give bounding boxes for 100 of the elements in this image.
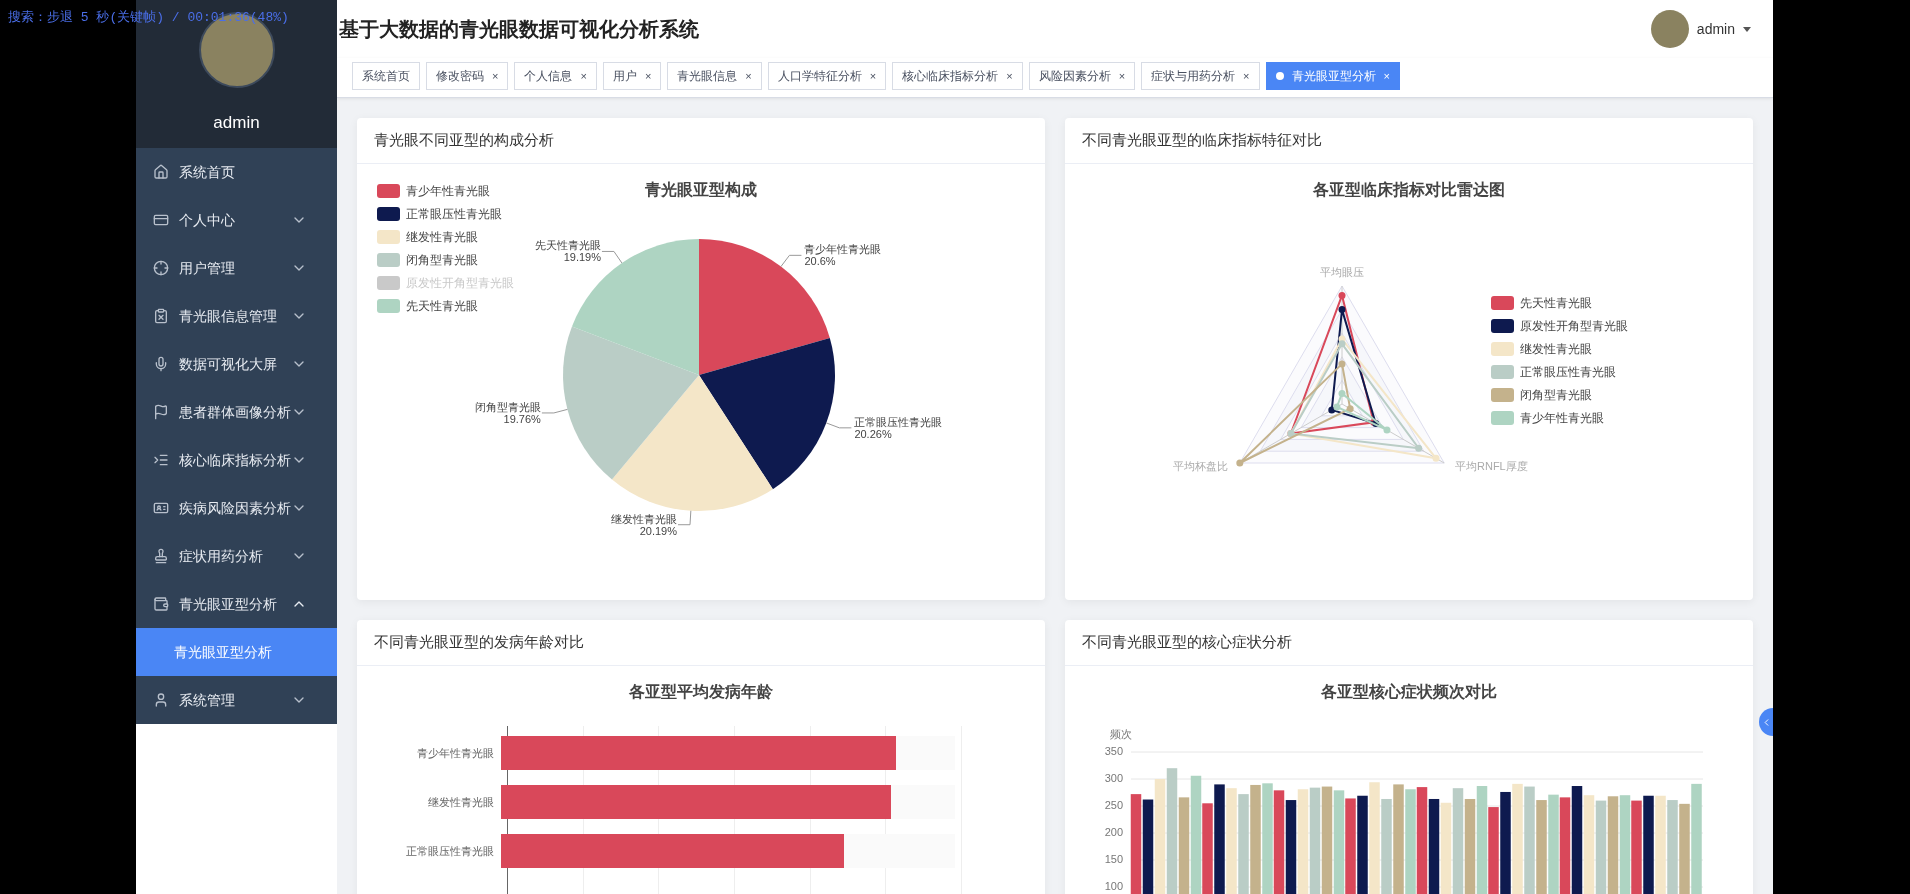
leader-line <box>601 250 623 264</box>
legend-item[interactable]: 正常眼压性青光眼 <box>1491 363 1628 381</box>
tab[interactable]: 症状与用药分析 × <box>1141 62 1260 90</box>
bar-label: 继发性青光眼 <box>427 794 495 810</box>
tick-label: 350 <box>1103 746 1123 757</box>
bar-label: 正常眼压性青光眼 <box>405 843 495 859</box>
tab[interactable]: 个人信息 × <box>514 62 597 90</box>
leader-line <box>780 254 802 267</box>
slice-value: 19.76% <box>503 412 541 425</box>
slice-label: 继发性青光眼 <box>611 512 677 525</box>
legend-item[interactable]: 继发性青光眼 <box>1491 340 1628 358</box>
card-title: 不同青光眼亚型的核心症状分析 <box>1082 632 1292 653</box>
card-title: 不同青光眼亚型的临床指标特征对比 <box>1082 130 1322 151</box>
legend-item[interactable]: 闭角型青光眼 <box>377 251 514 269</box>
tab[interactable]: 人口学特征分析 × <box>767 62 887 90</box>
sidebar-item[interactable]: 症状用药分析 <box>136 532 337 580</box>
sidebar-item[interactable]: 数据可视化大屏 <box>136 340 337 388</box>
tick-label: 250 <box>1103 800 1123 811</box>
user-icon <box>153 692 169 708</box>
tab-close[interactable]: × <box>1243 67 1250 85</box>
sidebar-item[interactable]: 青光眼亚型分析 <box>136 580 337 628</box>
axis-title: 频次 <box>1110 727 1132 742</box>
collapse-toggle[interactable] <box>1759 708 1773 736</box>
tab-close[interactable]: × <box>580 67 587 85</box>
app-title: 基于大数据的青光眼数据可视化分析系统 <box>338 17 700 42</box>
tab[interactable]: 修改密码 × <box>426 62 509 90</box>
tab[interactable]: 青光眼信息 × <box>667 62 762 90</box>
axis-label: 平均杯盘比 <box>1173 459 1228 474</box>
caret-down-icon <box>1743 26 1751 32</box>
tab-close[interactable]: × <box>1118 67 1126 85</box>
legend-swatch <box>377 253 400 267</box>
tab[interactable]: 风险因素分析 × <box>1028 62 1136 90</box>
card-title: 青光眼不同亚型的构成分析 <box>374 130 554 151</box>
id-card-icon <box>153 500 169 516</box>
bar-label: 青少年性青光眼 <box>416 745 495 761</box>
legend-item[interactable]: 青少年性青光眼 <box>377 182 514 200</box>
card-title: 不同青光眼亚型的发病年龄对比 <box>374 632 584 653</box>
tab[interactable]: 核心临床指标分析 × <box>892 62 1023 90</box>
sidebar-username: admin <box>213 112 260 134</box>
clipboard-icon <box>153 308 169 324</box>
chart-title: 各亚型核心症状频次对比 <box>1321 682 1497 702</box>
legend-swatch <box>377 207 400 221</box>
sidebar-item[interactable]: 个人中心 <box>136 196 337 244</box>
stamp-icon <box>153 548 169 564</box>
legend-item[interactable]: 原发性开角型青光眼 <box>1491 317 1628 335</box>
tab[interactable]: 用户 × <box>602 62 662 90</box>
pie-slice[interactable] <box>612 375 773 511</box>
slice-value: 20.19% <box>639 524 677 537</box>
legend-item[interactable]: 青少年性青光眼 <box>1491 409 1628 427</box>
list-icon <box>153 452 169 468</box>
legend-item[interactable]: 先天性青光眼 <box>377 297 514 315</box>
leader-line <box>825 422 852 429</box>
slice-value: 20.6% <box>804 255 836 268</box>
sidebar-item[interactable]: 疾病风险因素分析 <box>136 484 337 532</box>
flag-icon <box>153 404 169 420</box>
legend-swatch <box>377 230 400 244</box>
axis-label: 平均RNFL厚度 <box>1455 459 1528 474</box>
card-icon <box>153 212 169 228</box>
leader-line <box>677 510 692 526</box>
wallet-icon <box>153 596 169 612</box>
sidebar-item[interactable]: 青光眼信息管理 <box>136 292 337 340</box>
crosshair-icon <box>153 260 169 276</box>
tick-label: 150 <box>1103 854 1123 865</box>
home-icon <box>153 164 169 180</box>
legend-swatch <box>377 184 400 198</box>
sidebar-item[interactable]: 系统管理 <box>136 676 337 724</box>
leader-line <box>541 408 568 414</box>
chart-title: 各亚型临床指标对比雷达图 <box>1313 180 1505 200</box>
chart-title: 青光眼亚型构成 <box>645 180 757 200</box>
slice-value: 20.26% <box>854 427 892 440</box>
legend-swatch <box>377 299 400 313</box>
chart-title: 各亚型平均发病年龄 <box>629 682 773 702</box>
tick-label: 200 <box>1103 827 1123 838</box>
slice-label: 青少年性青光眼 <box>804 243 882 256</box>
legend-item[interactable]: 先天性青光眼 <box>1491 294 1628 312</box>
user-menu[interactable]: admin <box>1650 10 1751 48</box>
sidebar-item[interactable]: 核心临床指标分析 <box>136 436 337 484</box>
legend-item[interactable]: 闭角型青光眼 <box>1491 386 1628 404</box>
sidebar-item[interactable]: 用户管理 <box>136 244 337 292</box>
axis-label: 平均眼压 <box>1320 265 1364 280</box>
tab[interactable]: 系统首页 <box>352 62 420 90</box>
slice-label: 正常眼压性青光眼 <box>854 415 943 428</box>
slice-label: 闭角型青光眼 <box>474 400 541 413</box>
slice-label: 先天性青光眼 <box>534 239 601 252</box>
slice-value: 19.19% <box>563 251 601 264</box>
tab-close[interactable]: × <box>644 67 652 85</box>
tab-close[interactable]: × <box>745 67 752 85</box>
avatar <box>1650 10 1689 48</box>
legend-item[interactable]: 继发性青光眼 <box>377 228 514 246</box>
tab-close[interactable]: × <box>869 67 877 85</box>
legend-item[interactable]: 正常眼压性青光眼 <box>377 205 514 223</box>
tab-close[interactable]: × <box>492 67 499 85</box>
legend-swatch <box>377 276 400 290</box>
microphone-icon <box>153 356 169 372</box>
tick-label: 300 <box>1103 773 1123 784</box>
sidebar-item[interactable]: 系统首页 <box>136 148 337 196</box>
tab-close[interactable]: × <box>1006 67 1013 85</box>
sidebar-item[interactable]: 患者群体画像分析 <box>136 388 337 436</box>
tick-label: 100 <box>1103 881 1123 892</box>
pie-slice[interactable] <box>699 337 835 490</box>
